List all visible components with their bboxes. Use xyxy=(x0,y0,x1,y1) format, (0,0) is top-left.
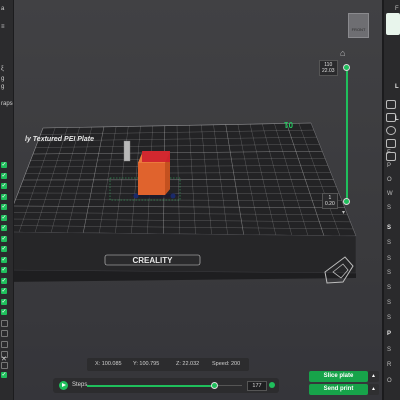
right-panel-item[interactable]: O xyxy=(387,378,392,384)
object-visibility-checkbox[interactable]: ✓ xyxy=(1,372,7,378)
nav-cube-face-label: FRONT xyxy=(351,27,366,32)
right-panel-item[interactable]: S xyxy=(387,315,391,321)
left-panel-glyph: ξ xyxy=(1,66,4,72)
status-z: Z: 22.032 xyxy=(176,361,200,367)
plate-name: ly Textured PEI Plate xyxy=(25,136,94,143)
layer-slider-menu-icon[interactable]: ▾ xyxy=(342,209,345,216)
send-print-dropdown[interactable]: ▲ xyxy=(368,384,379,395)
slice-plate-dropdown[interactable]: ▲ xyxy=(368,371,379,382)
3d-viewport[interactable]: CREALITY ly Textured PEI Plate 01 FRONT … xyxy=(13,0,382,400)
right-panel-item[interactable]: S xyxy=(387,347,391,353)
settings-icon-4[interactable] xyxy=(386,139,396,148)
object-visibility-checkbox[interactable]: ✓ xyxy=(1,235,7,242)
right-panel-item[interactable]: S xyxy=(387,205,391,211)
object-visibility-checkbox[interactable]: ✓ xyxy=(1,256,7,263)
steps-slider[interactable] xyxy=(87,382,242,389)
right-panel-item[interactable]: P xyxy=(387,331,391,337)
play-icon[interactable] xyxy=(59,381,68,390)
object-visibility-checkbox[interactable]: ✓ xyxy=(1,162,7,168)
layer-bottom-label: 1 0.20 xyxy=(322,193,338,209)
object-visibility-checkbox[interactable]: ✓ xyxy=(1,298,7,305)
layer-slider-track xyxy=(346,67,348,203)
status-speed: Speed: 200 xyxy=(212,361,241,367)
right-panel-item[interactable]: W xyxy=(387,191,393,197)
slice-plate-button[interactable]: Slice plate xyxy=(309,371,368,382)
right-settings-panel: F L L F P O W S S S S S S S S P S R O xyxy=(382,0,400,400)
left-panel-glyph: a xyxy=(1,6,5,12)
layer-top-label: 110 22.03 xyxy=(319,60,338,76)
right-panel-item[interactable]: S xyxy=(387,285,391,291)
object-visibility-checkbox[interactable]: ✓ xyxy=(1,225,7,231)
right-panel-item[interactable]: S xyxy=(387,240,391,246)
object-visibility-checkbox[interactable] xyxy=(1,340,8,348)
steps-end-icon[interactable] xyxy=(269,382,275,388)
status-y: Y: 100.795 xyxy=(133,361,160,367)
right-panel-item[interactable]: F xyxy=(387,150,391,156)
object-visibility-checkbox[interactable]: ✓ xyxy=(1,172,7,179)
object-visibility-checkbox[interactable] xyxy=(1,319,8,327)
steps-value-field[interactable]: 177 xyxy=(247,381,267,391)
toolhead-status-bar: X: 100.085 Y: 100.795 Z: 22.032 Speed: 2… xyxy=(87,358,249,371)
steps-control: Steps 177 xyxy=(53,378,279,393)
layer-slider-bottom-handle[interactable] xyxy=(343,198,350,205)
object-visibility-checkbox[interactable]: ✓ xyxy=(1,246,7,252)
object-visibility-checkbox[interactable]: ✓ xyxy=(1,309,7,315)
close-icon[interactable]: ✕ xyxy=(1,355,7,363)
steps-slider-fill xyxy=(87,384,215,387)
home-view-icon[interactable]: ⌂ xyxy=(340,48,345,58)
send-print-button[interactable]: Send print xyxy=(309,384,368,395)
plate-frame xyxy=(13,231,357,274)
object-visibility-checkbox[interactable]: ✓ xyxy=(1,267,7,273)
status-x: X: 100.085 xyxy=(95,361,122,367)
object-visibility-checkbox[interactable]: ✓ xyxy=(1,204,7,210)
steps-value: 177 xyxy=(252,383,262,389)
plate-brand: CREALITY xyxy=(133,256,174,265)
right-panel-item[interactable]: S xyxy=(387,225,391,231)
right-panel-item[interactable]: F xyxy=(395,6,399,12)
object-visibility-checkbox[interactable]: ✓ xyxy=(1,193,7,200)
object-support xyxy=(123,140,131,162)
right-panel-tab-active[interactable] xyxy=(386,13,400,35)
right-panel-item[interactable]: L xyxy=(395,116,399,122)
view-navigation-cube[interactable]: FRONT xyxy=(348,13,369,38)
send-print-label: Send print xyxy=(323,386,354,392)
left-panel-glyph: g xyxy=(1,84,5,90)
left-object-panel: a≡ggξrapse✓✓✓✓✓✓✓✓✓✓✓✓✓✓✓✓✕ xyxy=(0,0,14,400)
layer-bottom-height: 0.20 xyxy=(325,201,335,207)
left-panel-glyph: rapse xyxy=(1,101,13,107)
layer-slider-top-handle[interactable] xyxy=(343,64,350,71)
layer-top-height: 22.03 xyxy=(322,68,335,74)
object-visibility-checkbox[interactable]: ✓ xyxy=(1,214,7,221)
object-visibility-checkbox[interactable] xyxy=(1,330,8,337)
settings-icon-1[interactable] xyxy=(386,100,396,109)
settings-icon-3[interactable] xyxy=(386,126,396,135)
right-panel-item[interactable]: O xyxy=(387,177,392,183)
object-visibility-checkbox[interactable]: ✓ xyxy=(1,277,7,284)
right-panel-item[interactable]: S xyxy=(387,300,391,306)
left-panel-glyph: ≡ xyxy=(1,24,5,30)
right-panel-item[interactable]: L xyxy=(395,84,399,90)
object-visibility-checkbox[interactable]: ✓ xyxy=(1,288,7,294)
right-panel-item[interactable]: P xyxy=(387,163,391,169)
right-panel-item[interactable]: S xyxy=(387,270,391,276)
steps-slider-knob[interactable] xyxy=(210,382,218,389)
right-panel-item[interactable]: S xyxy=(387,256,391,262)
object-visibility-checkbox[interactable]: ✓ xyxy=(1,183,7,189)
plate-number: 01 xyxy=(284,120,293,129)
right-panel-item[interactable]: R xyxy=(387,362,391,368)
slice-plate-label: Slice plate xyxy=(323,373,354,379)
left-panel-glyph: g xyxy=(1,76,5,82)
steps-label: Steps xyxy=(72,382,88,388)
layer-slider[interactable] xyxy=(343,60,355,220)
